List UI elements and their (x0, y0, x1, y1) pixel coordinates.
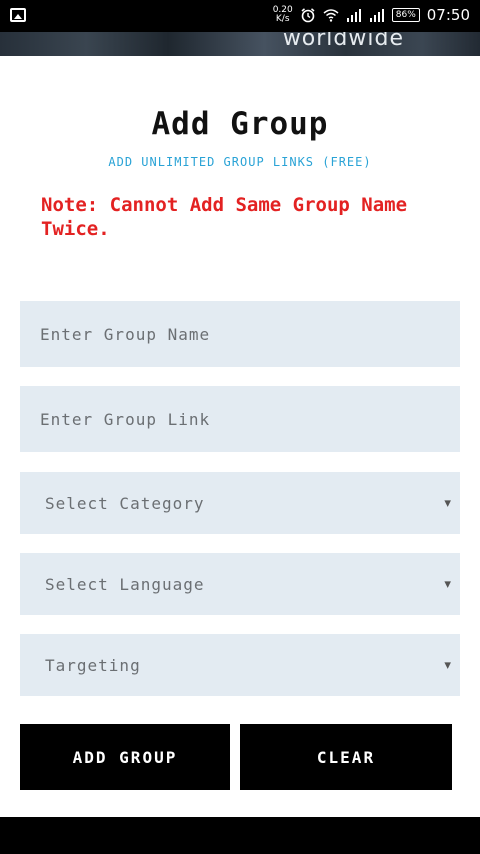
network-speed-unit: K/s (275, 14, 290, 24)
clear-button[interactable]: CLEAR (240, 724, 452, 790)
status-icons: 0.20 K/s 86% 07:50 (273, 6, 470, 25)
targeting-select[interactable]: Targeting ▼ (20, 634, 460, 696)
clock: 07:50 (426, 6, 470, 24)
group-link-placeholder: Enter Group Link (40, 409, 211, 429)
header-banner: worldwide (0, 32, 480, 56)
targeting-select-value: Targeting (45, 655, 141, 675)
group-name-input[interactable]: Enter Group Name (20, 301, 460, 367)
language-select-value: Select Language (45, 574, 205, 594)
group-name-placeholder: Enter Group Name (40, 324, 211, 344)
category-select[interactable]: Select Category ▼ (20, 472, 460, 534)
image-icon (10, 8, 26, 22)
navigation-bar (0, 817, 480, 854)
network-speed: 0.20 K/s (273, 6, 293, 24)
category-select-value: Select Category (45, 493, 205, 513)
page-title: Add Group (151, 106, 329, 142)
language-select[interactable]: Select Language ▼ (20, 553, 460, 615)
add-group-button[interactable]: ADD GROUP (20, 724, 230, 790)
status-bar: 0.20 K/s 86% 07:50 (0, 0, 480, 32)
signal-icon (369, 9, 384, 22)
group-link-input[interactable]: Enter Group Link (20, 386, 460, 452)
warning-note: Note: Cannot Add Same Group Name Twice. (41, 194, 408, 240)
chevron-down-icon: ▼ (444, 577, 452, 591)
banner-text: worldwide (282, 32, 404, 51)
page-subtitle: ADD UNLIMITED GROUP LINKS (FREE) (108, 155, 372, 169)
battery-icon: 86% (391, 8, 420, 22)
alarm-icon (301, 8, 315, 23)
signal-icon (346, 9, 361, 22)
chevron-down-icon: ▼ (444, 496, 452, 510)
chevron-down-icon: ▼ (444, 658, 452, 672)
wifi-icon (323, 9, 339, 22)
